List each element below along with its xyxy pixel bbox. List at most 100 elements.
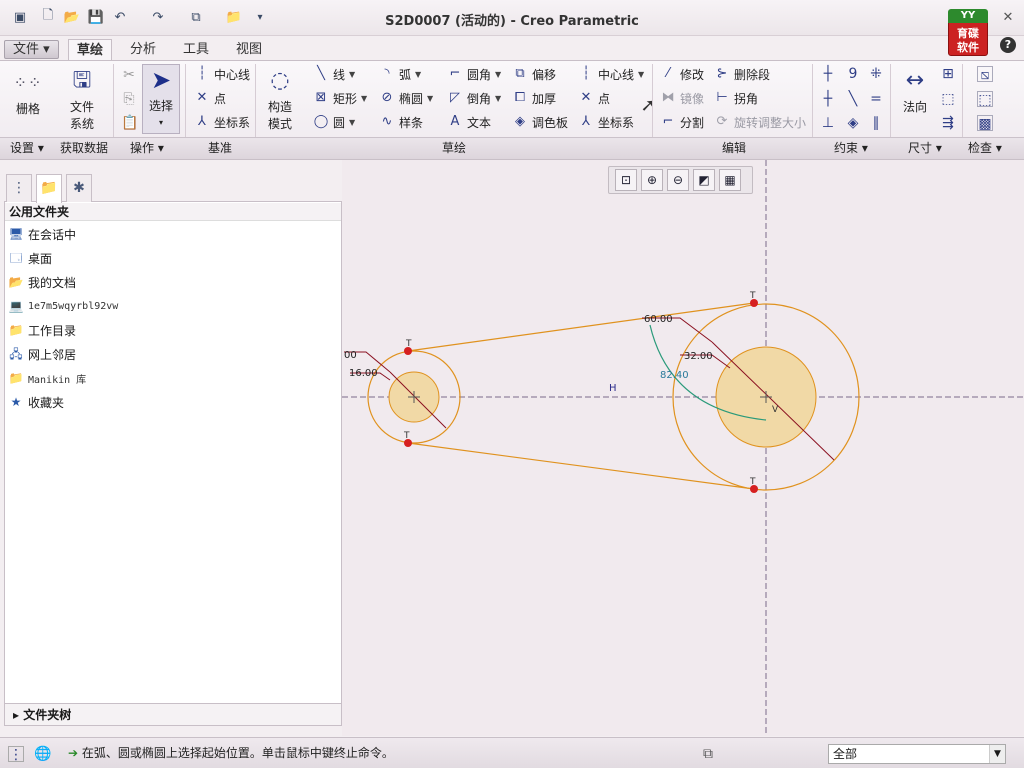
- lower-tangent-line: [407, 442, 755, 490]
- arc-button[interactable]: ◝ 弧 ▼: [379, 63, 421, 85]
- list-item-working-dir[interactable]: 📁 工作目录: [8, 320, 77, 340]
- folder-browser-tab[interactable]: 📁: [36, 174, 62, 203]
- list-item-label: 桌面: [28, 251, 53, 266]
- copy-icon[interactable]: ⎘: [121, 91, 137, 107]
- selection-filter-select[interactable]: 全部 ▼: [828, 744, 1006, 764]
- mouse-cursor-icon: ➚: [640, 95, 656, 116]
- sketch-drawing[interactable]: T T T T H V 00 16.00 60.00 32.00 82.40: [342, 160, 1024, 736]
- baseline-dimension-icon[interactable]: ⇶: [940, 115, 956, 131]
- list-item-computer[interactable]: 💻 1e7m5wqyrbl92vw: [8, 296, 119, 316]
- arc-icon: ◝: [384, 66, 390, 81]
- list-item-desktop[interactable]: 🗔 桌面: [8, 248, 52, 268]
- offset-button[interactable]: ⧉ 偏移: [512, 63, 556, 85]
- coincident-constraint-icon[interactable]: ╲: [845, 91, 861, 107]
- delete-segment-button[interactable]: ⊱ 删除段: [714, 63, 770, 85]
- chamfer-button[interactable]: ◸ 倒角 ▼: [447, 87, 501, 109]
- list-item-documents[interactable]: 📂 我的文档: [8, 272, 77, 292]
- perimeter-dimension-icon[interactable]: ⊞: [940, 66, 956, 82]
- list-item-label: 收藏夹: [28, 395, 65, 410]
- modify-button[interactable]: ⁄ 修改: [660, 63, 704, 85]
- palette-label: 调色板: [532, 115, 569, 130]
- fillet-icon: ⌐: [449, 66, 461, 81]
- datum-coordsys-button[interactable]: ⅄ 坐标系: [194, 111, 250, 133]
- thicken-icon: ⧠: [514, 90, 526, 105]
- toggle-navigator-icon[interactable]: ⋮: [8, 746, 24, 763]
- parallel-constraint-icon[interactable]: ∥: [868, 115, 884, 131]
- highlight-open-ends-icon[interactable]: ⬚: [977, 91, 993, 108]
- ellipse-icon: ⊘: [381, 90, 393, 105]
- upper-tangent-line: [407, 302, 755, 352]
- group-get-data[interactable]: 获取数据: [60, 139, 108, 157]
- overlapping-geometry-icon[interactable]: ⧅: [977, 66, 993, 83]
- zoom-out-icon[interactable]: ⊖: [667, 169, 689, 191]
- zoom-in-icon[interactable]: ⊕: [641, 169, 663, 191]
- sketch-coordsys-button[interactable]: ⅄ 坐标系: [578, 111, 634, 133]
- group-dimension[interactable]: 尺寸 ▾: [908, 139, 942, 157]
- list-item-manikin[interactable]: 📁 Manikin 库: [8, 368, 87, 388]
- display-filters-icon[interactable]: ▦: [719, 169, 741, 191]
- thicken-button[interactable]: ⧠ 加厚: [512, 87, 556, 109]
- group-constrain[interactable]: 约束 ▾: [834, 139, 868, 157]
- list-item-favorites[interactable]: ★ 收藏夹: [8, 392, 64, 412]
- equal-constraint-icon[interactable]: =: [868, 91, 884, 107]
- rectangle-button[interactable]: ⊠ 矩形 ▼: [313, 87, 368, 109]
- line-button[interactable]: ╲ 线 ▼: [313, 63, 355, 85]
- divide-button[interactable]: ⌐ 分割: [660, 111, 704, 133]
- symmetric-constraint-icon[interactable]: ◈: [845, 115, 861, 131]
- normal-dimension-button[interactable]: ↔ 法向: [896, 66, 934, 115]
- list-item-network[interactable]: 🖧 网上邻居: [8, 344, 76, 364]
- horizontal-constraint-icon[interactable]: ┼: [820, 91, 836, 107]
- large-outer-diameter-label: 60.00: [644, 314, 673, 325]
- file-system-button[interactable]: 🖫 文件 系统: [62, 66, 102, 132]
- sketch-view-icon[interactable]: ◩: [693, 169, 715, 191]
- paste-icon[interactable]: 📋: [121, 115, 138, 131]
- group-inspect[interactable]: 检查 ▾: [968, 139, 1002, 157]
- ellipse-button[interactable]: ⊘ 椭圆 ▼: [379, 87, 434, 109]
- close-icon[interactable]: ✕: [1000, 10, 1016, 26]
- list-item-label: 我的文档: [28, 275, 77, 290]
- browser-toggle-icon[interactable]: 🌐: [34, 746, 51, 762]
- datum-centerline-button[interactable]: ┆ 中心线: [194, 63, 250, 85]
- list-item-session[interactable]: 🖥 在会话中: [8, 224, 76, 244]
- modify-icon: ⁄: [666, 66, 670, 81]
- fillet-button[interactable]: ⌐ 圆角 ▼: [447, 63, 502, 85]
- rotate-resize-button[interactable]: ⟳ 旋转调整大小: [714, 111, 806, 133]
- chevron-down-icon[interactable]: ▼: [989, 745, 1005, 763]
- refit-icon[interactable]: ⊡: [615, 169, 637, 191]
- group-operations[interactable]: 操作 ▾: [130, 139, 164, 157]
- reference-dimension-icon[interactable]: ⬚: [940, 91, 956, 107]
- favorites-tab[interactable]: ✱: [66, 174, 92, 202]
- ellipse-label: 椭圆: [399, 91, 424, 106]
- construction-mode-button[interactable]: ◌ 构造 模式: [260, 66, 300, 132]
- spline-button[interactable]: ∿ 样条: [379, 111, 423, 133]
- group-setup[interactable]: 设置 ▾: [10, 139, 44, 157]
- network-icon: 🖧: [9, 347, 23, 361]
- perpendicular-constraint-icon[interactable]: ⊥: [820, 115, 836, 131]
- palette-button[interactable]: ◈ 调色板: [512, 111, 568, 133]
- vertical-constraint-icon[interactable]: ┼: [820, 66, 836, 82]
- shade-closed-loops-icon[interactable]: ▩: [977, 115, 993, 132]
- tab-sketch[interactable]: 草绘: [68, 39, 113, 61]
- sketch-canvas[interactable]: T T T T H V 00 16.00 60.00 32.00 82.40: [342, 160, 1024, 736]
- selection-filter-icon[interactable]: ⧉: [700, 746, 716, 762]
- text-button[interactable]: A 文本: [447, 111, 491, 133]
- corner-button[interactable]: ⊢ 拐角: [714, 87, 758, 109]
- mirror-button[interactable]: ⧓ 镜像: [660, 87, 705, 109]
- grid-button[interactable]: ⁘⁘ 栅格: [8, 68, 48, 117]
- tab-tools[interactable]: 工具: [175, 39, 217, 61]
- model-tree-tab[interactable]: ⋮: [6, 174, 32, 202]
- datum-point-button[interactable]: ✕ 点: [194, 87, 226, 109]
- tab-analysis[interactable]: 分析: [122, 39, 164, 61]
- select-button[interactable]: ➤ 选择 ▾: [142, 64, 180, 134]
- file-menu-button[interactable]: 文件 ▾: [4, 40, 59, 59]
- sketch-point-button[interactable]: ✕ 点: [578, 87, 610, 109]
- navigator-panel: [4, 172, 342, 726]
- folder-tree-toggle[interactable]: ▸ 文件夹树: [5, 703, 341, 725]
- tangent-constraint-icon[interactable]: 9: [845, 66, 861, 82]
- circle-button[interactable]: ◯ 圆 ▼: [313, 111, 355, 133]
- cut-icon[interactable]: ✂: [121, 67, 137, 83]
- common-folders-header: 公用文件夹: [5, 203, 341, 221]
- sketch-centerline-button[interactable]: ┆ 中心线 ▼: [578, 63, 644, 85]
- tab-view[interactable]: 视图: [228, 39, 270, 61]
- midpoint-constraint-icon[interactable]: ⁜: [868, 66, 884, 82]
